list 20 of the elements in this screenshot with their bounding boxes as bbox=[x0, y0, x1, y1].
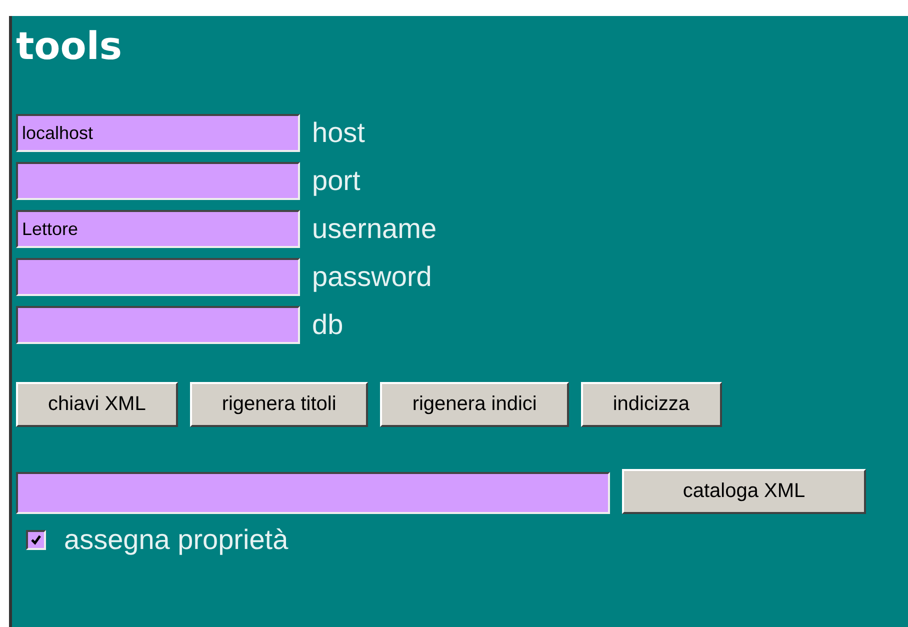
input-field[interactable] bbox=[16, 258, 300, 296]
check-icon bbox=[30, 534, 42, 546]
input-field[interactable] bbox=[16, 472, 610, 514]
action-button[interactable]: chiavi XML bbox=[16, 382, 178, 427]
checkbox[interactable] bbox=[26, 530, 46, 550]
action-button[interactable]: rigenera titoli bbox=[190, 382, 368, 427]
catalog-button[interactable]: cataloga XML bbox=[622, 469, 866, 514]
field-label: password bbox=[312, 261, 432, 293]
checkbox-label: assegna proprietà bbox=[64, 524, 288, 556]
field-label: db bbox=[312, 309, 344, 341]
input-field[interactable]: localhost bbox=[16, 114, 300, 152]
field-label: username bbox=[312, 213, 437, 245]
input-field[interactable]: Lettore bbox=[16, 210, 300, 248]
field-label: host bbox=[312, 117, 365, 149]
page-title: tools bbox=[16, 23, 124, 66]
action-button[interactable]: rigenera indici bbox=[380, 382, 569, 427]
input-field[interactable] bbox=[16, 162, 300, 200]
action-button[interactable]: indicizza bbox=[580, 382, 722, 427]
input-field[interactable] bbox=[16, 306, 300, 344]
field-label: port bbox=[312, 165, 360, 197]
